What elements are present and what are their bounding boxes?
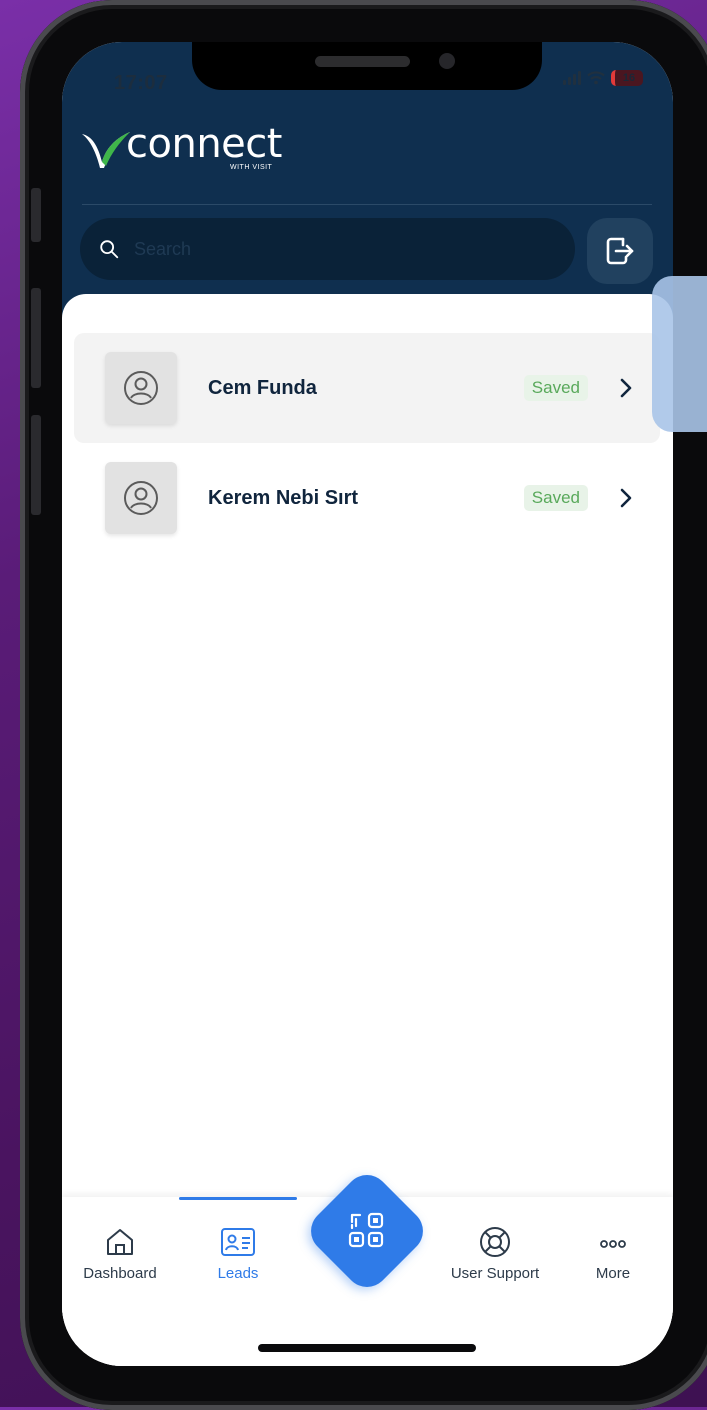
avatar bbox=[105, 462, 177, 534]
volume-up-button bbox=[31, 288, 41, 388]
battery-icon: 16 bbox=[611, 70, 643, 86]
more-dots-icon bbox=[600, 1240, 626, 1248]
home-indicator bbox=[258, 1344, 476, 1352]
tab-more[interactable]: More bbox=[558, 1225, 668, 1282]
tab-dashboard[interactable]: Dashboard bbox=[65, 1225, 175, 1282]
speaker bbox=[315, 56, 410, 67]
tab-label: Dashboard bbox=[83, 1265, 157, 1282]
connect-logo: connect WITH VISIT bbox=[80, 121, 282, 171]
scroll-handle[interactable] bbox=[652, 276, 707, 432]
tab-leads[interactable]: Leads bbox=[183, 1225, 293, 1282]
user-icon bbox=[124, 371, 158, 405]
wifi-icon bbox=[587, 71, 605, 85]
search-bar[interactable] bbox=[80, 218, 575, 280]
logout-button[interactable] bbox=[587, 218, 653, 284]
contact-card-icon bbox=[221, 1228, 255, 1256]
user-icon bbox=[124, 481, 158, 515]
front-camera bbox=[439, 53, 455, 69]
lead-row[interactable]: Kerem Nebi Sırt Saved bbox=[74, 443, 660, 553]
header-divider bbox=[82, 204, 652, 205]
brand-tagline: WITH VISIT bbox=[230, 164, 273, 171]
lead-name: Cem Funda bbox=[208, 376, 317, 399]
home-icon bbox=[107, 1229, 133, 1255]
status-badge: Saved bbox=[523, 485, 588, 511]
lifebuoy-icon bbox=[480, 1227, 510, 1257]
checkmark-logo-icon bbox=[82, 132, 130, 168]
logout-icon bbox=[606, 237, 634, 265]
qr-scan-icon bbox=[348, 1212, 384, 1248]
active-tab-indicator bbox=[179, 1197, 297, 1200]
chevron-right-icon bbox=[620, 488, 632, 508]
signal-icon bbox=[563, 71, 581, 85]
status-time: 17:07 bbox=[114, 72, 168, 94]
lead-name: Kerem Nebi Sırt bbox=[208, 486, 359, 509]
chevron-right-icon bbox=[620, 378, 632, 398]
app-header: 17:07 16 connect WITH VISIT bbox=[62, 42, 673, 322]
search-icon bbox=[100, 240, 119, 259]
tab-label: Leads bbox=[217, 1265, 259, 1282]
bottom-tab-bar: Dashboard Leads User Support More bbox=[62, 1165, 673, 1366]
volume-down-button bbox=[31, 415, 41, 515]
notch bbox=[192, 42, 542, 90]
search-input[interactable] bbox=[132, 237, 575, 261]
status-badge: Saved bbox=[523, 375, 588, 401]
tab-label: User Support bbox=[450, 1265, 540, 1282]
tab-user-support[interactable]: User Support bbox=[440, 1225, 550, 1282]
status-indicators: 16 bbox=[563, 70, 643, 86]
avatar bbox=[105, 352, 177, 424]
tab-label: More bbox=[595, 1265, 631, 1282]
lead-row[interactable]: Cem Funda Saved bbox=[74, 333, 660, 443]
app-screen: 17:07 16 connect WITH VISIT Search Cem F… bbox=[62, 42, 673, 1366]
mute-switch bbox=[31, 188, 41, 242]
brand-name: connect bbox=[126, 121, 282, 167]
